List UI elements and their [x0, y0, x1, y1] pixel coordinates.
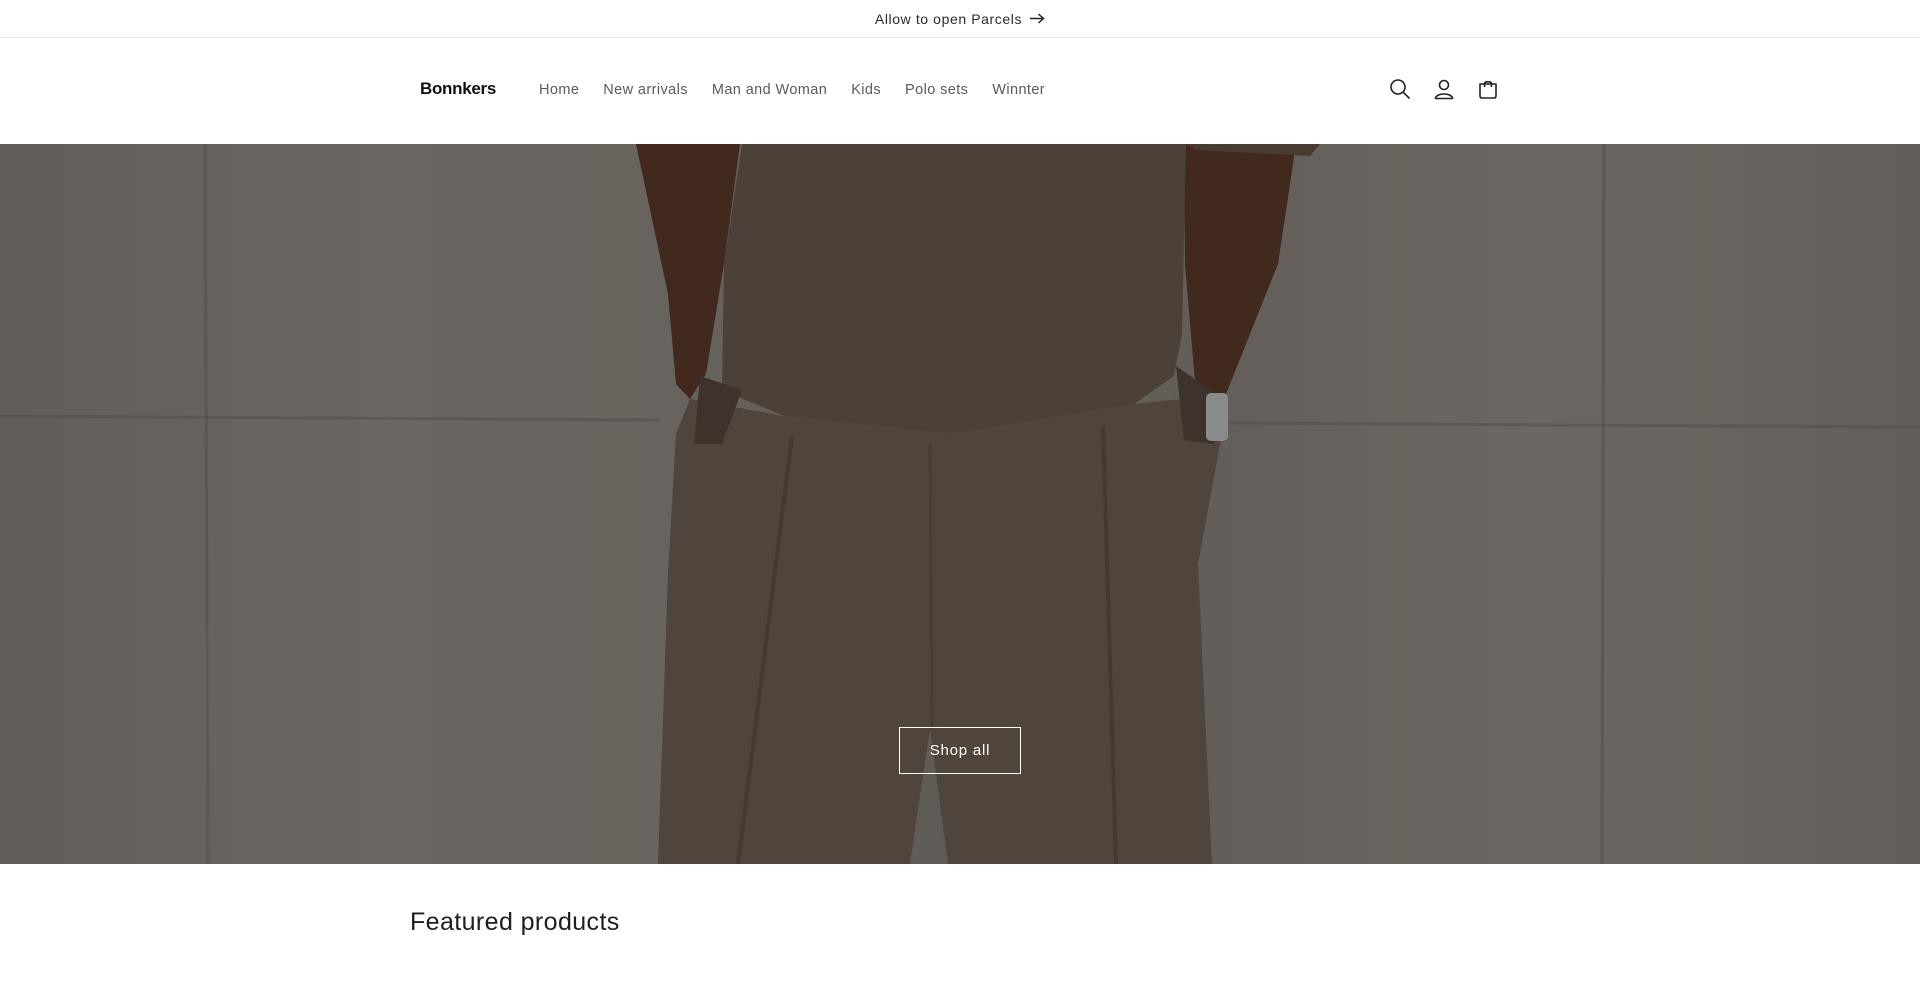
nav-winnter[interactable]: Winnter [992, 82, 1045, 98]
nav-man-and-woman[interactable]: Man and Woman [712, 82, 827, 98]
nav-new-arrivals[interactable]: New arrivals [603, 82, 688, 98]
nav-home[interactable]: Home [539, 82, 579, 98]
header-icons [1386, 74, 1501, 104]
cart-icon[interactable] [1474, 74, 1501, 104]
search-icon[interactable] [1386, 74, 1413, 104]
logo[interactable]: Bonnkers [420, 79, 496, 99]
arrow-right-icon [1030, 13, 1045, 24]
announcement-text: Allow to open Parcels [874, 10, 1023, 27]
nav-kids[interactable]: Kids [851, 82, 881, 98]
announcement-bar[interactable]: Allow to open Parcels [0, 0, 1920, 38]
main-nav: Home New arrivals Man and Woman Kids Pol… [539, 82, 1069, 98]
featured-products-title: Featured products [410, 908, 620, 936]
site-header: Bonnkers Home New arrivals Man and Woman… [0, 39, 1920, 144]
nav-polo-sets[interactable]: Polo sets [905, 82, 968, 98]
hero-banner: Shop all [0, 144, 1920, 864]
shop-all-button[interactable]: Shop all [899, 727, 1021, 774]
account-icon[interactable] [1430, 74, 1457, 104]
